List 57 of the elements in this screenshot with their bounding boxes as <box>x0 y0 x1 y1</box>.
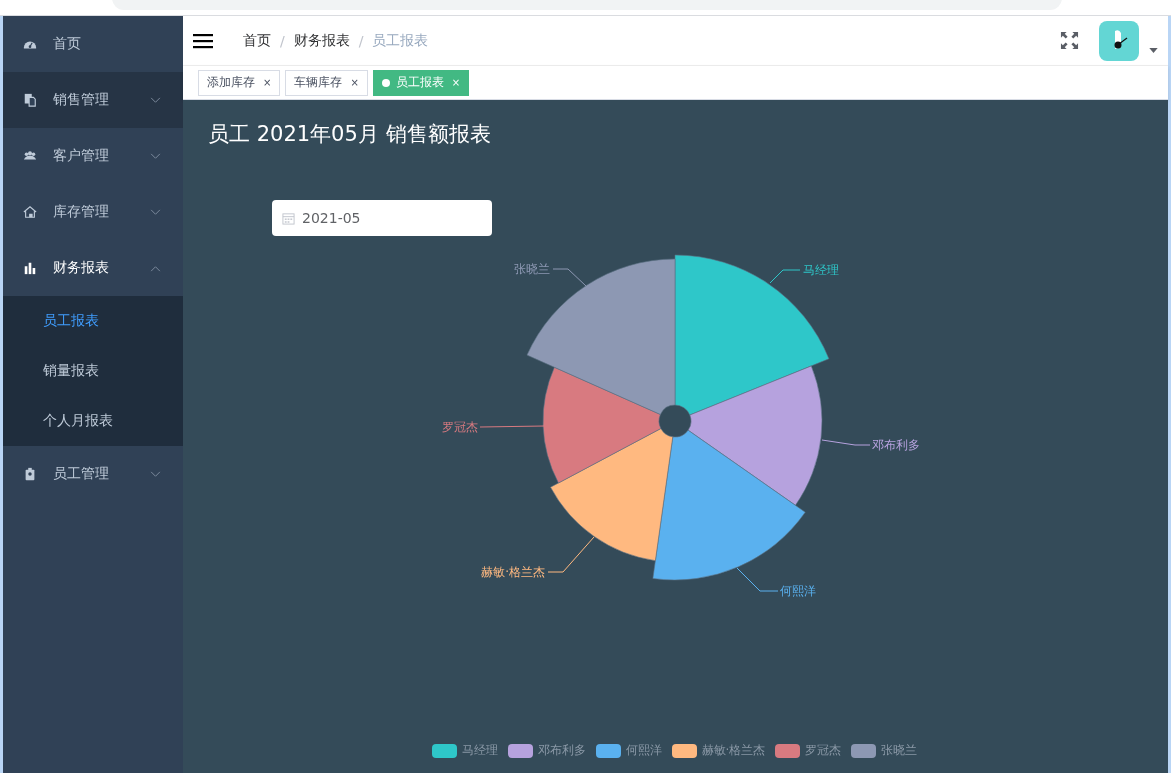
breadcrumb-separator: / <box>358 32 364 49</box>
leader-line <box>769 269 801 284</box>
breadcrumb-item: 员工报表 <box>372 31 429 50</box>
chevron-down-icon <box>150 96 161 104</box>
chevron-up-icon <box>150 264 161 272</box>
submenu-item[interactable]: 员工报表 <box>3 296 183 346</box>
menu-item[interactable]: 库存管理 <box>3 184 183 240</box>
breadcrumb-item[interactable]: 首页 <box>243 31 271 50</box>
house-icon <box>23 205 37 219</box>
leader-line <box>547 536 595 573</box>
submenu-item[interactable]: 个人月报表 <box>3 396 183 446</box>
menu-item[interactable]: 财务报表 <box>3 240 183 296</box>
badge-icon <box>23 467 37 481</box>
slice-label: 罗冠杰 <box>442 420 478 435</box>
chevron-down-icon <box>150 208 161 216</box>
menu-label: 库存管理 <box>53 203 110 221</box>
close-icon[interactable]: × <box>263 77 272 88</box>
fullscreen-icon[interactable] <box>1060 31 1079 50</box>
slice-label: 马经理 <box>803 263 839 278</box>
slice-label: 赫敏·格兰杰 <box>481 565 545 580</box>
avatar[interactable] <box>1099 20 1139 61</box>
tab[interactable]: 车辆库存 × <box>285 69 368 96</box>
bar-chart-icon <box>23 261 37 275</box>
menu-icon[interactable] <box>193 32 213 49</box>
submenu-item[interactable]: 销量报表 <box>3 346 183 396</box>
users-icon <box>23 149 37 163</box>
menu-label: 员工管理 <box>53 465 110 483</box>
slice-label: 何熙洋 <box>780 584 816 599</box>
breadcrumb-separator: / <box>280 32 285 49</box>
caret-icon[interactable] <box>1149 48 1158 53</box>
tab-label: 员工报表 <box>395 74 444 91</box>
leader-line <box>736 567 779 592</box>
leader-line <box>821 439 871 446</box>
menu-item[interactable]: 客户管理 <box>3 128 183 184</box>
slice-label: 张晓兰 <box>514 262 550 277</box>
chevron-down-icon <box>150 152 161 160</box>
menu-label: 客户管理 <box>53 147 110 165</box>
tab[interactable]: 添加库存 × <box>198 69 281 96</box>
menu-item[interactable]: 员工管理 <box>3 446 183 502</box>
page-title: 员工 2021年05月 销售额报表 <box>208 121 492 148</box>
active-dot-icon <box>381 78 390 87</box>
close-icon[interactable]: × <box>350 77 359 88</box>
chevron-down-icon <box>150 470 161 478</box>
documents-icon <box>23 93 37 107</box>
calendar-icon <box>282 211 295 225</box>
menu-label: 销售管理 <box>53 91 110 109</box>
leader-line <box>552 268 587 287</box>
date-picker[interactable]: 2021-05 <box>272 200 492 236</box>
tab-label: 添加库存 <box>207 74 255 91</box>
menu-label: 财务报表 <box>53 259 110 277</box>
leader-line <box>479 425 545 428</box>
menu-item[interactable]: 销售管理 <box>3 72 183 128</box>
menu-item[interactable]: 首页 <box>3 16 183 72</box>
tab-label: 车辆库存 <box>294 74 343 91</box>
slice-label: 邓布利多 <box>872 438 920 453</box>
menu-label: 首页 <box>53 35 82 53</box>
breadcrumb-item[interactable]: 财务报表 <box>293 31 350 50</box>
